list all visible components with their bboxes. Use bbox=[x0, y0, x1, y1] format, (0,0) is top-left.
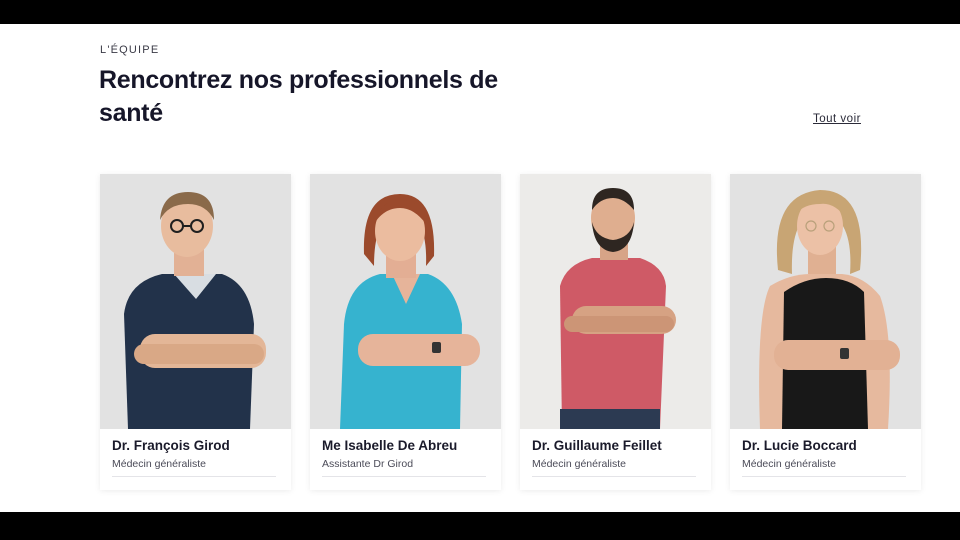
team-section: L'ÉQUIPE Rencontrez nos professionnels d… bbox=[0, 24, 960, 512]
team-card-girod[interactable]: Dr. François Girod Médecin généraliste bbox=[100, 174, 291, 490]
team-member-role: Assistante Dr Girod bbox=[322, 458, 486, 477]
team-photo bbox=[100, 174, 291, 429]
section-title: Rencontrez nos professionnels de santé bbox=[99, 66, 498, 127]
team-photo bbox=[730, 174, 921, 429]
team-member-name: Dr. François Girod bbox=[112, 438, 230, 453]
team-photo bbox=[310, 174, 501, 429]
team-card-de-abreu[interactable]: Me Isabelle De Abreu Assistante Dr Girod bbox=[310, 174, 501, 490]
team-member-name: Dr. Lucie Boccard bbox=[742, 438, 857, 453]
team-photo bbox=[520, 174, 711, 429]
team-card-feillet[interactable]: Dr. Guillaume Feillet Médecin généralist… bbox=[520, 174, 711, 490]
team-member-role: Médecin généraliste bbox=[532, 458, 696, 477]
team-card-boccard[interactable]: Dr. Lucie Boccard Médecin généraliste bbox=[730, 174, 921, 490]
section-eyebrow: L'ÉQUIPE bbox=[100, 44, 160, 56]
team-member-role: Médecin généraliste bbox=[112, 458, 276, 477]
team-member-name: Dr. Guillaume Feillet bbox=[532, 438, 662, 453]
team-member-name: Me Isabelle De Abreu bbox=[322, 438, 458, 453]
team-member-role: Médecin généraliste bbox=[742, 458, 906, 477]
see-all-link[interactable]: Tout voir bbox=[813, 113, 861, 125]
